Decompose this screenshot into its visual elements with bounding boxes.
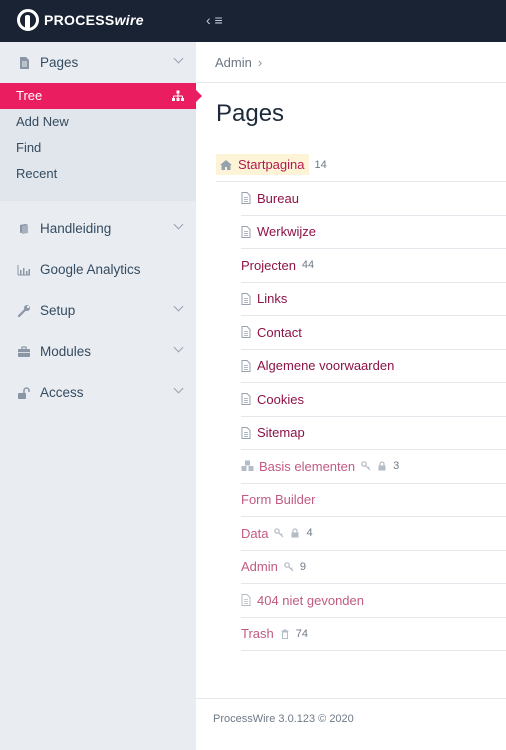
sidebar-section-handleiding[interactable]: Handleiding	[0, 208, 196, 249]
logo-text: PROCESSwire	[44, 12, 144, 28]
breadcrumb-separator: ›	[257, 54, 263, 70]
sidebar-item-find[interactable]: Find	[0, 135, 196, 161]
sidebar-item-label: Tree	[16, 88, 43, 103]
lock-icon	[291, 528, 299, 538]
bar-chart-icon	[17, 264, 30, 275]
sidebar-section-label: Pages	[40, 55, 79, 70]
top-bar: PROCESSwire ‹ ≡	[0, 0, 506, 42]
lock-icon	[378, 461, 386, 471]
breadcrumb: Admin ›	[196, 42, 506, 83]
tree-row-werkwijze[interactable]: Werkwijze	[241, 216, 506, 249]
pages-submenu: Tree Add New Find Recent	[0, 83, 202, 201]
file-icon	[241, 292, 251, 305]
tree-item-title: Admin	[241, 559, 278, 575]
file-icon	[241, 225, 251, 238]
child-count: 14	[314, 158, 327, 171]
footer: ProcessWire 3.0.123 © 2020	[196, 698, 506, 750]
page-tree: Startpagina 14 Bureau Werkwijze Projecte…	[216, 148, 506, 651]
chevron-down-icon	[173, 383, 184, 394]
tree-item-title: Algemene voorwaarden	[257, 358, 395, 374]
tree-row-form-builder[interactable]: Form Builder	[241, 484, 506, 517]
file-icon	[241, 192, 251, 205]
sidebar-section-pages[interactable]: Pages	[0, 42, 196, 83]
tree-row-admin[interactable]: Admin 9	[241, 551, 506, 584]
sidebar-item-recent[interactable]: Recent	[0, 161, 196, 187]
unlock-icon	[18, 386, 30, 399]
sidebar-section-label: Handleiding	[40, 221, 112, 236]
child-count: 44	[301, 259, 315, 272]
home-icon	[220, 159, 232, 170]
tree-item-title: Basis elementen	[259, 458, 356, 474]
file-icon	[241, 594, 251, 607]
book-icon	[20, 223, 28, 234]
tree-item-title: Contact	[257, 324, 302, 340]
tree-root-row: Startpagina 14	[216, 148, 506, 182]
wrench-icon	[17, 304, 30, 317]
breadcrumb-admin-link[interactable]: Admin	[215, 55, 252, 70]
briefcase-icon	[18, 345, 30, 357]
sidebar-section-label: Access	[40, 385, 84, 400]
key-icon	[361, 461, 371, 471]
tree-row-algemene-voorwaarden[interactable]: Algemene voorwaarden	[241, 350, 506, 383]
sidebar-section-google-analytics[interactable]: Google Analytics	[0, 249, 196, 290]
tree-row-sitemap[interactable]: Sitemap	[241, 417, 506, 450]
tree-row-404-niet-gevonden[interactable]: 404 niet gevonden	[241, 584, 506, 618]
tree-row-cookies[interactable]: Cookies	[241, 383, 506, 417]
tree-root-item[interactable]: Startpagina	[216, 154, 309, 175]
tree-row-projecten[interactable]: Projecten 44	[241, 249, 506, 283]
sidebar-section-label: Modules	[40, 344, 92, 359]
file-icon	[241, 359, 251, 372]
footer-text: ProcessWire 3.0.123 © 2020	[213, 713, 354, 725]
sidebar-item-add-new[interactable]: Add New	[0, 109, 196, 135]
sidebar-section-label: Google Analytics	[40, 262, 141, 277]
tree-row-basis-elementen[interactable]: Basis elementen 3	[241, 450, 506, 484]
key-icon	[284, 561, 294, 572]
child-count: 4	[306, 527, 313, 540]
processwire-logo[interactable]: PROCESSwire	[17, 9, 144, 31]
sidebar-section-modules[interactable]: Modules	[0, 331, 196, 372]
sidebar: Pages Tree Add New Find Recent Handleidi…	[0, 42, 202, 750]
tree-item-title: Form Builder	[241, 492, 316, 508]
tree-item-title: Startpagina	[238, 157, 305, 172]
tree-item-title: Trash	[241, 626, 274, 642]
file-icon	[241, 426, 251, 439]
tree-row-contact[interactable]: Contact	[241, 316, 506, 350]
sidebar-section-access[interactable]: Access	[0, 372, 196, 413]
sidebar-section-label: Setup	[40, 303, 76, 318]
processwire-logo-icon	[17, 9, 39, 31]
tree-item-title: 404 niet gevonden	[257, 592, 364, 608]
page-title: Pages	[216, 100, 285, 127]
tree-item-title: Data	[241, 525, 269, 541]
child-count: 74	[295, 627, 308, 640]
sitemap-icon	[172, 90, 184, 101]
tree-item-title: Projecten	[241, 257, 296, 273]
sidebar-item-tree[interactable]: Tree	[0, 83, 202, 109]
key-icon	[274, 528, 284, 538]
child-count: 9	[299, 560, 306, 573]
tree-row-data[interactable]: Data 4	[241, 517, 506, 551]
chevron-down-icon	[173, 53, 184, 64]
chevron-down-icon	[173, 301, 184, 312]
tree-row-links[interactable]: Links	[241, 283, 506, 316]
cubes-icon	[241, 460, 254, 472]
sidebar-toggle-button[interactable]: ‹ ≡	[206, 12, 223, 28]
tree-item-title: Werkwijze	[257, 224, 316, 240]
tree-item-title: Links	[257, 291, 288, 307]
file-icon	[241, 326, 251, 339]
sidebar-section-setup[interactable]: Setup	[0, 290, 196, 331]
chevron-down-icon	[173, 219, 184, 230]
main-content: Admin › Pages Startpagina 14 Bureau Werk…	[196, 42, 506, 750]
tree-item-title: Sitemap	[257, 425, 305, 441]
trash-icon	[281, 629, 289, 639]
file-icon	[241, 393, 251, 406]
tree-item-title: Bureau	[257, 190, 299, 206]
tree-children: Bureau Werkwijze Projecten 44 Links Cont…	[241, 182, 506, 651]
chevron-down-icon	[173, 342, 184, 353]
tree-row-trash[interactable]: Trash 74	[241, 618, 506, 651]
child-count: 3	[393, 460, 400, 473]
tree-item-title: Cookies	[257, 391, 304, 407]
tree-row-bureau[interactable]: Bureau	[241, 182, 506, 216]
file-icon	[20, 56, 29, 69]
